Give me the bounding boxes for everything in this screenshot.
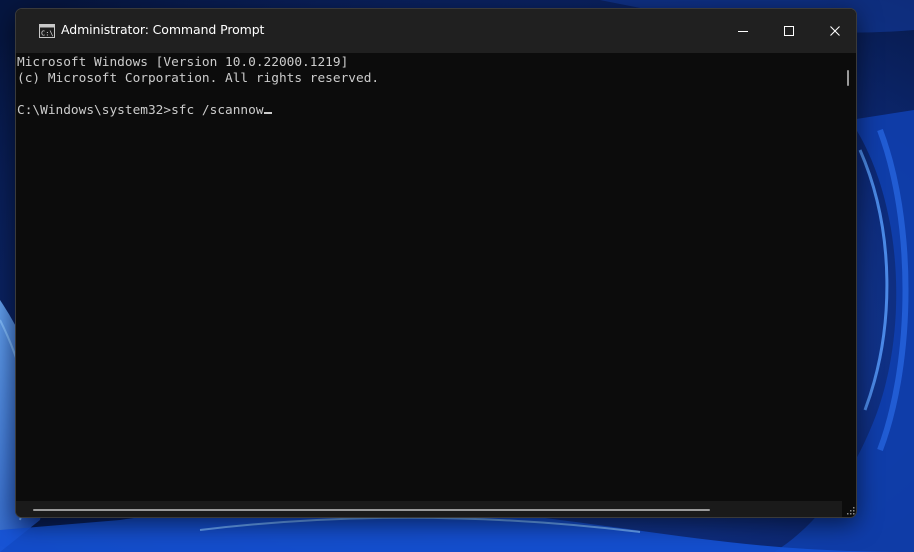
horizontal-scroll-thumb[interactable] [33,509,710,511]
title-bar[interactable]: C:\ Administrator: Command Prompt [16,9,856,53]
command-prompt-icon: C:\ [39,24,55,38]
svg-text:C:\: C:\ [41,30,54,38]
minimize-button[interactable] [720,9,766,53]
resize-grip-icon[interactable] [844,504,856,516]
command-prompt-window: C:\ Administrator: Command Prompt Micros… [15,8,857,518]
maximize-button[interactable] [766,9,812,53]
close-icon [830,26,840,36]
window-title: Administrator: Command Prompt [61,22,265,37]
command-line[interactable]: C:\Windows\system32>sfc /scannow [17,103,272,119]
command-input[interactable]: sfc /scannow [171,103,263,118]
maximize-icon [784,26,794,36]
close-button[interactable] [812,9,856,53]
console-output[interactable]: Microsoft Windows [Version 10.0.22000.12… [16,53,842,501]
minimize-icon [738,31,748,32]
text-cursor [263,112,272,114]
prompt-path: C:\Windows\system32> [17,103,172,118]
vertical-scrollbar[interactable] [842,53,856,501]
console-line: Microsoft Windows [Version 10.0.22000.12… [17,55,349,70]
console-line: (c) Microsoft Corporation. All rights re… [17,71,380,86]
vertical-scroll-thumb[interactable] [847,70,849,86]
